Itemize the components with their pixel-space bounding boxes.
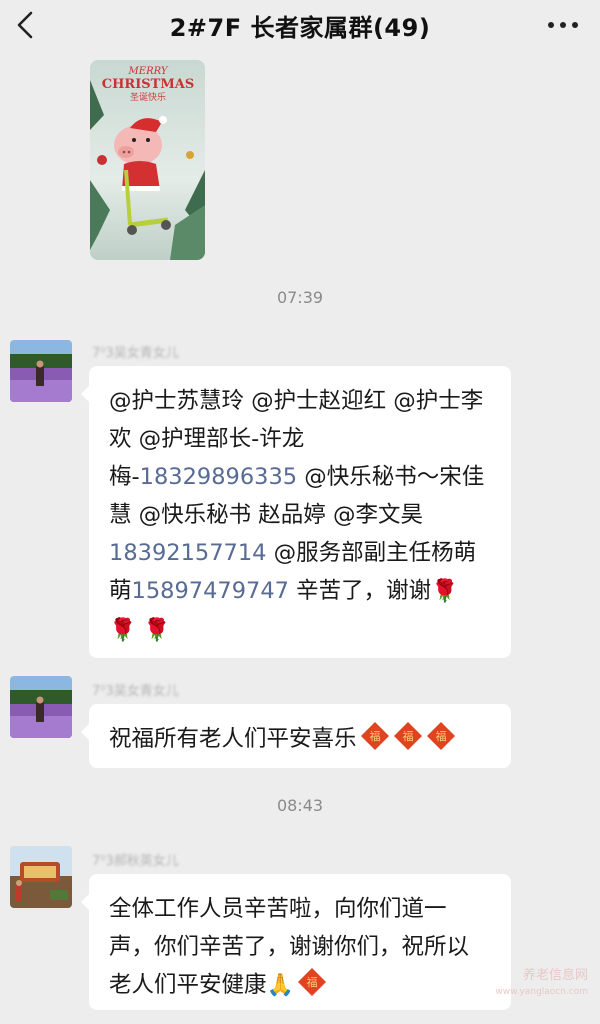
more-dot: [572, 22, 578, 28]
svg-text:福: 福: [435, 729, 446, 743]
sender-nickname: 7⁰3吴女青女儿: [92, 684, 179, 699]
svg-text:福: 福: [402, 729, 413, 743]
message-text: 祝福所有老人们平安喜乐: [109, 726, 357, 752]
watermark: 养老信息网 www.yanglaocn.com: [495, 968, 588, 1000]
svg-text:福: 福: [369, 729, 380, 743]
christmas-sticker-image[interactable]: MERRY CHRISTMAS 圣诞快乐: [90, 60, 205, 260]
avatar[interactable]: [10, 676, 72, 738]
back-button[interactable]: [10, 7, 40, 43]
sticker-text-greeting: 圣诞快乐: [130, 91, 166, 103]
chat-title: 2#7F 长者家属群(49): [169, 13, 431, 42]
more-dot: [548, 22, 554, 28]
phone-link[interactable]: 18392157714: [109, 540, 266, 566]
avatar[interactable]: [10, 846, 72, 908]
message-bubble[interactable]: @护士苏慧玲 @护士赵迎红 @护士李欢 @护理部长-许龙梅-1832989633…: [81, 366, 511, 658]
more-button[interactable]: [548, 16, 578, 34]
timestamp: 07:39: [276, 288, 324, 307]
avatar[interactable]: [10, 340, 72, 402]
fu-diamond-icon: 福: [393, 722, 422, 750]
sender-nickname: 7⁰3郝秋英女儿: [92, 854, 179, 869]
watermark-line: 养老信息网: [522, 968, 588, 983]
fu-diamond-icon: 福: [360, 722, 389, 750]
phone-link[interactable]: 15897479747: [132, 578, 289, 604]
sender-nickname: 7⁰3吴女青女儿: [92, 346, 179, 361]
watermark-url: www.yanglaocn.com: [495, 987, 588, 997]
message-text: 辛苦了，谢谢: [288, 578, 432, 604]
fu-diamond-icon: 福: [297, 968, 326, 996]
back-arrow-icon: [17, 11, 33, 39]
sticker-text-merry: MERRY: [128, 66, 169, 77]
sticker-text-christmas: CHRISTMAS: [102, 77, 194, 92]
message-bubble[interactable]: 全体工作人员辛苦啦，向你们道一声，你们辛苦了，谢谢你们，祝所以老人们平安健康🙏 福: [81, 874, 511, 1010]
message-bubble[interactable]: 祝福所有老人们平安喜乐福福福: [81, 704, 511, 768]
phone-link[interactable]: 18329896335: [140, 464, 297, 490]
more-dot: [560, 22, 566, 28]
top-bar: 2#7F 长者家属群(49): [0, 0, 600, 50]
timestamp: 08:43: [276, 796, 324, 815]
pray-emoji-icon: 🙏: [266, 973, 294, 998]
fu-diamond-icon: 福: [426, 722, 455, 750]
svg-text:福: 福: [306, 975, 317, 989]
